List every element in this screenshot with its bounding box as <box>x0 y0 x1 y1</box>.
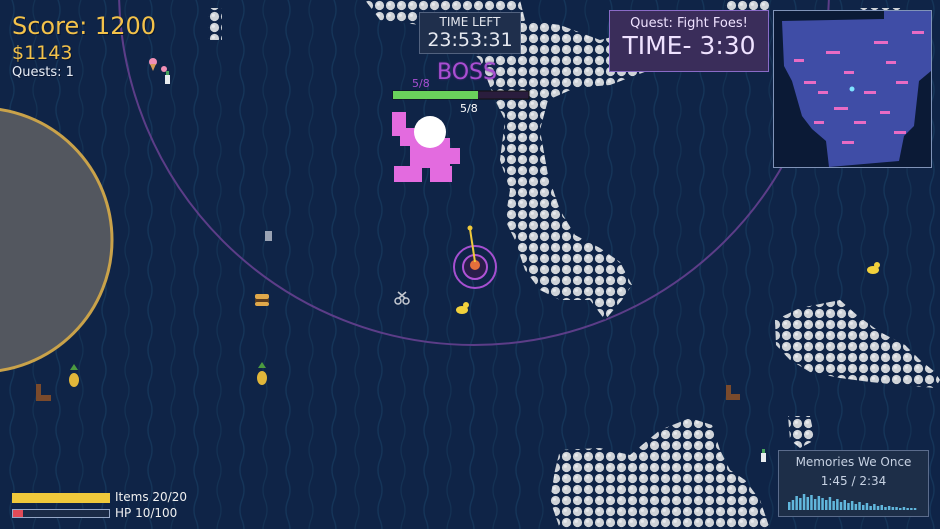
minimap[interactable] <box>773 10 932 168</box>
song-time: 1:45 / 2:34 <box>820 474 887 488</box>
hp-label: HP 10/100 <box>115 506 178 520</box>
score-display: Score: 1200 <box>12 12 157 40</box>
time-left-value: 23:53:31 <box>427 29 513 51</box>
quest-timer: TIME- 3:30 <box>622 31 756 60</box>
quest-panel: Quest: Fight Foes! TIME- 3:30 <box>609 10 769 72</box>
quest-count: Quests: 1 <box>12 65 74 80</box>
burger-icon[interactable] <box>255 294 269 306</box>
song-title: Memories We Once <box>795 455 912 469</box>
hp-bar-fill <box>13 510 23 517</box>
boss-health-count: 5/8 <box>460 102 478 115</box>
money-display: $1143 <box>12 42 73 64</box>
items-bar <box>12 493 110 503</box>
quest-title: Quest: Fight Foes! <box>630 16 748 31</box>
audio-visualizer <box>787 494 916 510</box>
hp-bar <box>12 509 110 518</box>
boss-name-label: BOSS <box>437 60 497 85</box>
time-left-panel: TIME LEFT 23:53:31 <box>419 12 521 54</box>
minimap-canvas <box>774 11 931 167</box>
boss-health-bar <box>392 90 530 100</box>
game-viewport[interactable]: Score: 1200 $1143 Quests: 1 TIME LEFT 23… <box>0 0 940 529</box>
boss-count-label: 5/8 <box>412 77 430 90</box>
time-left-label: TIME LEFT <box>439 15 501 29</box>
trash-can-icon[interactable] <box>265 231 272 241</box>
music-player[interactable]: Memories We Once 1:45 / 2:34 <box>778 450 929 517</box>
items-label: Items 20/20 <box>115 490 187 504</box>
